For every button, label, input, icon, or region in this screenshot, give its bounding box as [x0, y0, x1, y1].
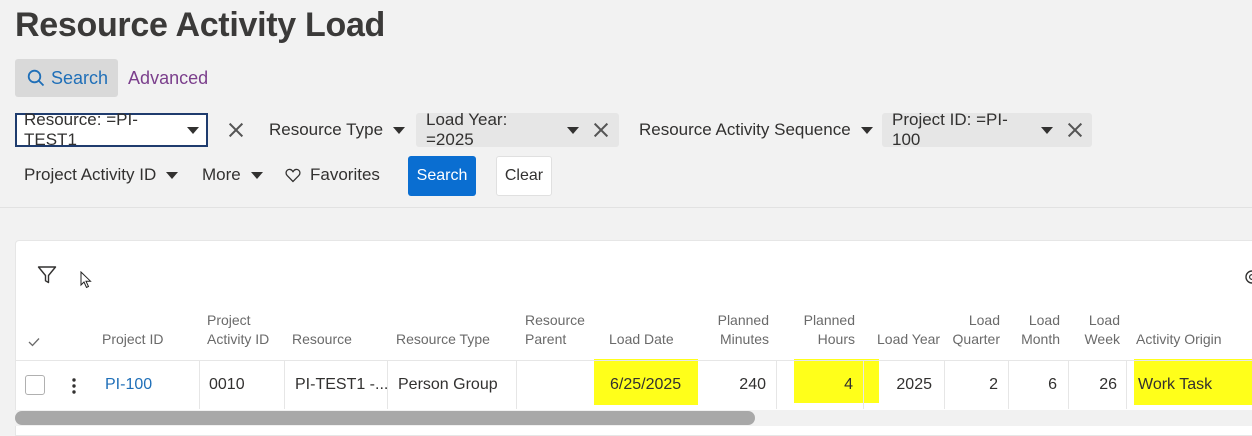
filter-resource-type[interactable]: Resource Type — [269, 113, 406, 147]
page-title: Resource Activity Load — [15, 6, 386, 44]
filter-load-year[interactable]: Load Year: =2025 — [416, 110, 619, 149]
filter-resource-activity-sequence-label: Resource Activity Sequence — [639, 120, 851, 139]
close-icon[interactable] — [593, 122, 609, 138]
cell-load-date: 6/25/2025 — [610, 376, 682, 393]
header-planned-hours[interactable]: Planned Hours — [790, 311, 855, 349]
tab-advanced[interactable]: Advanced — [128, 68, 208, 89]
chevron-down-icon — [393, 126, 406, 134]
chevron-down-icon — [1040, 126, 1053, 134]
filter-more[interactable]: More — [202, 158, 263, 192]
filter-icon[interactable] — [37, 265, 57, 285]
filter-more-label: More — [202, 165, 241, 184]
tab-search-label: Search — [51, 67, 109, 88]
header-load-week[interactable]: Load Week — [1070, 311, 1120, 349]
filter-resource-activity-sequence[interactable]: Resource Activity Sequence — [639, 113, 873, 147]
filter-load-year-label: Load Year: =2025 — [426, 110, 508, 149]
header-project-activity-id[interactable]: Project Activity ID — [207, 311, 269, 349]
tab-search[interactable]: Search — [15, 59, 119, 97]
cell-planned-hours: 4 — [844, 376, 853, 393]
close-icon[interactable] — [1067, 122, 1082, 138]
filter-project-id-label: Project ID: =PI-100 — [892, 110, 1008, 149]
filter-resource-clear[interactable] — [214, 113, 244, 147]
header-load-date[interactable]: Load Date — [609, 330, 674, 349]
header-load-month[interactable]: Load Month — [1010, 311, 1060, 349]
header-planned-minutes[interactable]: Planned Minutes — [700, 311, 769, 349]
cell-planned-minutes: 240 — [739, 376, 766, 393]
header-load-quarter[interactable]: Load Quarter — [940, 311, 1000, 349]
header-resource[interactable]: Resource — [292, 330, 352, 349]
chevron-down-icon — [187, 126, 199, 134]
cell-separator — [944, 361, 945, 409]
header-divider — [15, 360, 1252, 361]
cell-separator — [1008, 361, 1009, 409]
cell-separator — [284, 361, 285, 409]
header-load-year[interactable]: Load Year — [877, 330, 940, 349]
filter-resource[interactable]: Resource: =PI-TEST1 — [15, 110, 208, 149]
cell-load-quarter: 2 — [989, 376, 998, 393]
select-all-check-icon[interactable] — [28, 337, 40, 347]
header-resource-type[interactable]: Resource Type — [396, 330, 490, 349]
cell-separator — [863, 361, 864, 409]
filter-resource-type-label: Resource Type — [269, 120, 384, 139]
divider — [0, 207, 1252, 208]
filter-project-activity-id-label: Project Activity ID — [24, 165, 157, 184]
cell-resource-type: Person Group — [398, 376, 498, 393]
cell-resource: PI-TEST1 -... — [295, 376, 389, 393]
chevron-down-icon — [166, 171, 179, 179]
cell-separator — [1126, 361, 1127, 409]
search-button[interactable]: Search — [408, 156, 476, 196]
header-activity-origin[interactable]: Activity Origin — [1136, 330, 1222, 349]
cell-activity-origin: Work Task — [1138, 376, 1213, 393]
header-project-id[interactable]: Project ID — [102, 330, 163, 349]
heart-icon — [285, 168, 301, 182]
filter-resource-label: Resource: =PI-TEST1 — [24, 110, 138, 149]
cell-load-month: 6 — [1048, 376, 1057, 393]
cell-separator — [776, 361, 777, 409]
favorites-button[interactable]: Favorites — [285, 158, 380, 192]
chevron-down-icon — [860, 126, 873, 134]
cell-separator — [1068, 361, 1069, 409]
chevron-down-icon — [250, 171, 263, 179]
row-checkbox[interactable] — [25, 375, 45, 395]
filter-project-id[interactable]: Project ID: =PI-100 — [882, 110, 1092, 149]
cell-separator — [199, 361, 200, 409]
clear-button[interactable]: Clear — [496, 156, 552, 196]
close-icon — [228, 122, 244, 138]
favorites-label: Favorites — [310, 165, 380, 184]
cell-project-id-link[interactable]: PI-100 — [105, 376, 152, 394]
chevron-down-icon — [567, 126, 580, 134]
mouse-cursor-icon — [80, 271, 92, 289]
cell-project-activity-id: 0010 — [209, 376, 245, 393]
search-icon — [27, 69, 45, 87]
cell-load-week: 26 — [1099, 376, 1117, 393]
header-resource-parent[interactable]: Resource Parent — [525, 311, 585, 349]
gear-icon[interactable] — [1242, 268, 1252, 286]
filter-project-activity-id[interactable]: Project Activity ID — [24, 158, 179, 192]
cell-load-year: 2025 — [896, 376, 932, 393]
more-vertical-icon[interactable] — [72, 378, 76, 394]
scrollbar-thumb[interactable] — [15, 411, 755, 425]
cell-separator — [516, 361, 517, 409]
search-tabs: Search Advanced — [15, 59, 208, 97]
